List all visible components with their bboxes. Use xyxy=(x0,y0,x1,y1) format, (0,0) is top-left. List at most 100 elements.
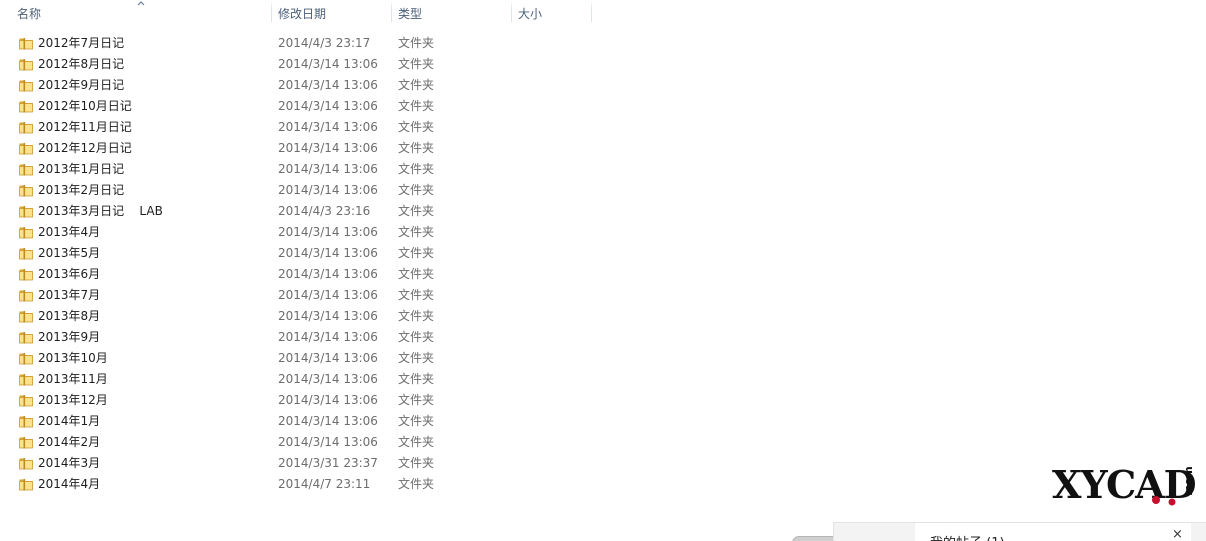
file-type: 文件夹 xyxy=(398,162,435,176)
column-header-name[interactable]: 名称 xyxy=(0,0,271,26)
file-name: 2013年12月 xyxy=(38,393,108,407)
list-item[interactable]: 2013年1月日记 2014/3/14 13:06 文件夹 xyxy=(0,159,900,180)
folder-icon xyxy=(18,77,34,93)
file-type: 文件夹 xyxy=(398,78,435,92)
list-item[interactable]: 2013年7月 2014/3/14 13:06 文件夹 xyxy=(0,285,900,306)
file-name: 2013年8月 xyxy=(38,309,101,323)
file-type: 文件夹 xyxy=(398,288,435,302)
file-name: 2013年1月日记 xyxy=(38,162,125,176)
file-name: 2013年11月 xyxy=(38,372,108,386)
file-date-modified: 2014/3/31 23:37 xyxy=(278,456,378,470)
xycad-watermark-logo: XYCAD .com xyxy=(1052,462,1197,507)
file-type: 文件夹 xyxy=(398,120,435,134)
file-date-modified: 2014/3/14 13:06 xyxy=(278,225,378,239)
file-date-modified: 2014/3/14 13:06 xyxy=(278,351,378,365)
file-type: 文件夹 xyxy=(398,225,435,239)
file-date-modified: 2014/3/14 13:06 xyxy=(278,162,378,176)
list-item[interactable]: 2013年5月 2014/3/14 13:06 文件夹 xyxy=(0,243,900,264)
list-item[interactable]: 2013年9月 2014/3/14 13:06 文件夹 xyxy=(0,327,900,348)
list-item[interactable]: 2013年3月日记 LAB 2014/4/3 23:16 文件夹 xyxy=(0,201,900,222)
list-item[interactable]: 2012年10月日记 2014/3/14 13:06 文件夹 xyxy=(0,96,900,117)
file-type: 文件夹 xyxy=(398,141,435,155)
list-item[interactable]: 2013年8月 2014/3/14 13:06 文件夹 xyxy=(0,306,900,327)
file-type: 文件夹 xyxy=(398,414,435,428)
file-name: 2013年6月 xyxy=(38,267,101,281)
folder-icon xyxy=(18,161,34,177)
file-name: 2013年9月 xyxy=(38,330,101,344)
file-type: 文件夹 xyxy=(398,99,435,113)
file-type: 文件夹 xyxy=(398,57,435,71)
folder-icon xyxy=(18,56,34,72)
folder-icon xyxy=(18,413,34,429)
list-item[interactable]: 2014年2月 2014/3/14 13:06 文件夹 xyxy=(0,432,900,453)
file-type: 文件夹 xyxy=(398,267,435,281)
file-name: 2012年7月日记 xyxy=(38,36,125,50)
file-list: 2012年7月日记 2014/4/3 23:17 文件夹 2012年8月日记 2014/… xyxy=(0,33,900,495)
list-item[interactable]: 2013年10月 2014/3/14 13:06 文件夹 xyxy=(0,348,900,369)
file-type: 文件夹 xyxy=(398,393,435,407)
file-name: 2014年2月 xyxy=(38,435,101,449)
list-item[interactable]: 2012年8月日记 2014/3/14 13:06 文件夹 xyxy=(0,54,900,75)
close-icon[interactable]: × xyxy=(1172,528,1183,541)
file-type: 文件夹 xyxy=(398,246,435,260)
list-item[interactable]: 2014年3月 2014/3/31 23:37 文件夹 xyxy=(0,453,900,474)
column-divider[interactable] xyxy=(591,0,592,22)
folder-icon xyxy=(18,35,34,51)
folder-icon xyxy=(18,308,34,324)
list-item[interactable]: 2013年12月 2014/3/14 13:06 文件夹 xyxy=(0,390,900,411)
column-header-date-modified[interactable]: 修改日期 xyxy=(272,0,391,26)
folder-icon xyxy=(18,140,34,156)
column-header: 名称 修改日期 类型 大小 xyxy=(0,0,1206,26)
file-date-modified: 2014/3/14 13:06 xyxy=(278,288,378,302)
file-date-modified: 2014/3/14 13:06 xyxy=(278,120,378,134)
file-type: 文件夹 xyxy=(398,477,435,491)
list-item[interactable]: 2013年2月日记 2014/3/14 13:06 文件夹 xyxy=(0,180,900,201)
list-item[interactable]: 2013年11月 2014/3/14 13:06 文件夹 xyxy=(0,369,900,390)
notification-card: 我的帖子 (1) × xyxy=(915,523,1191,541)
file-name: 2012年11月日记 xyxy=(38,120,132,134)
folder-icon xyxy=(18,287,34,303)
file-name: 2013年4月 xyxy=(38,225,101,239)
file-type: 文件夹 xyxy=(398,309,435,323)
file-name: 2014年4月 xyxy=(38,477,101,491)
folder-icon xyxy=(18,245,34,261)
file-date-modified: 2014/3/14 13:06 xyxy=(278,246,378,260)
file-name: 2013年2月日记 xyxy=(38,183,125,197)
my-posts-link[interactable]: 我的帖子 (1) xyxy=(930,532,1005,541)
watermark-suffix: .com xyxy=(1182,466,1195,496)
file-type: 文件夹 xyxy=(398,183,435,197)
file-date-modified: 2014/3/14 13:06 xyxy=(278,267,378,281)
file-date-modified: 2014/3/14 13:06 xyxy=(278,435,378,449)
file-date-modified: 2014/4/3 23:17 xyxy=(278,36,371,50)
file-type: 文件夹 xyxy=(398,435,435,449)
file-type: 文件夹 xyxy=(398,36,435,50)
folder-icon xyxy=(18,371,34,387)
file-name: 2014年1月 xyxy=(38,414,101,428)
column-header-size[interactable]: 大小 xyxy=(512,0,591,26)
file-date-modified: 2014/3/14 13:06 xyxy=(278,78,378,92)
file-type: 文件夹 xyxy=(398,372,435,386)
file-type: 文件夹 xyxy=(398,456,435,470)
file-date-modified: 2014/3/14 13:06 xyxy=(278,141,378,155)
file-name: 2012年8月日记 xyxy=(38,57,125,71)
folder-icon xyxy=(18,266,34,282)
file-date-modified: 2014/3/14 13:06 xyxy=(278,414,378,428)
list-item[interactable]: 2012年7月日记 2014/4/3 23:17 文件夹 xyxy=(0,33,900,54)
file-date-modified: 2014/3/14 13:06 xyxy=(278,372,378,386)
file-date-modified: 2014/3/14 13:06 xyxy=(278,393,378,407)
folder-icon xyxy=(18,119,34,135)
file-name: 2012年10月日记 xyxy=(38,99,132,113)
folder-icon xyxy=(18,476,34,492)
file-date-modified: 2014/4/7 23:11 xyxy=(278,477,371,491)
list-item[interactable]: 2012年9月日记 2014/3/14 13:06 文件夹 xyxy=(0,75,900,96)
file-name: 2012年9月日记 xyxy=(38,78,125,92)
list-item[interactable]: 2012年11月日记 2014/3/14 13:06 文件夹 xyxy=(0,117,900,138)
list-item[interactable]: 2014年4月 2014/4/7 23:11 文件夹 xyxy=(0,474,900,495)
column-header-type[interactable]: 类型 xyxy=(392,0,511,26)
list-item[interactable]: 2014年1月 2014/3/14 13:06 文件夹 xyxy=(0,411,900,432)
list-item[interactable]: 2012年12月日记 2014/3/14 13:06 文件夹 xyxy=(0,138,900,159)
list-item[interactable]: 2013年4月 2014/3/14 13:06 文件夹 xyxy=(0,222,900,243)
file-name: 2014年3月 xyxy=(38,456,101,470)
file-date-modified: 2014/3/14 13:06 xyxy=(278,309,378,323)
list-item[interactable]: 2013年6月 2014/3/14 13:06 文件夹 xyxy=(0,264,900,285)
